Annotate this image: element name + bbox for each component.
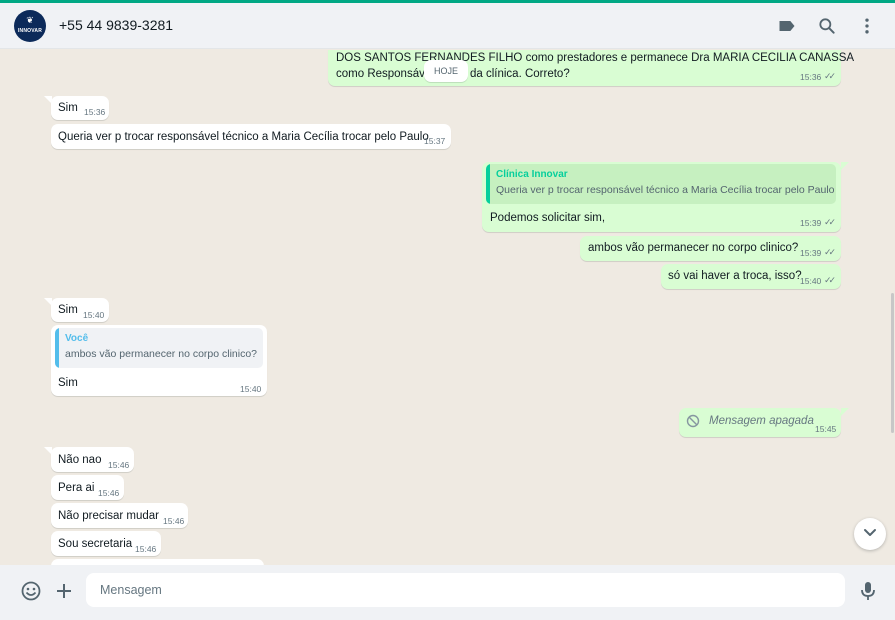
message-text: Não nao <box>58 454 102 466</box>
quote-author: Clínica Innovar <box>496 169 568 180</box>
message-text: da clínica. Correto? <box>470 68 570 80</box>
contact-avatar[interactable]: ❦ INNOVAR <box>14 10 46 42</box>
message-time: 15:40 <box>83 310 105 320</box>
message-text: Sou secretaria <box>58 538 133 550</box>
bubble-tail <box>841 162 849 170</box>
message-time: 15:37 <box>424 136 446 146</box>
message-text: Sim <box>58 304 78 316</box>
logo-tooth-icon: ❦ <box>26 15 34 25</box>
mic-icon[interactable] <box>856 579 880 603</box>
composer-bar <box>0 565 895 620</box>
quoted-message[interactable]: Você ambos vão permanecer no corpo clini… <box>55 328 263 368</box>
message-text: como Responsáve <box>336 68 432 80</box>
message-time: 15:45 <box>815 424 837 434</box>
bubble-tail <box>841 408 849 416</box>
quote-bar <box>486 164 490 204</box>
message-outgoing[interactable]: DOS SANTOS FERNANDES FILHO como prestado… <box>328 50 854 86</box>
message-time: 15:46 <box>98 488 120 498</box>
quote-text: Queria ver p trocar responsável técnico … <box>496 184 835 196</box>
chat-area[interactable]: DOS SANTOS FERNANDES FILHO como prestado… <box>0 50 895 565</box>
message-incoming[interactable]: Não nao 15:46 <box>51 447 134 472</box>
contact-number[interactable]: +55 44 9839-3281 <box>59 17 173 33</box>
chevron-down-icon <box>862 524 878 545</box>
emoji-icon[interactable] <box>19 579 43 603</box>
double-check-icon: ✓✓ <box>824 217 836 227</box>
message-text: Não precisar mudar <box>58 510 159 522</box>
message-text: Sim <box>58 102 78 114</box>
label-icon[interactable] <box>776 15 798 37</box>
quote-text: ambos vão permanecer no corpo clinico? <box>65 348 258 360</box>
message-outgoing[interactable]: só vai haver a troca, isso? 15:40 ✓✓ <box>661 264 841 289</box>
message-text: DOS SANTOS FERNANDES FILHO como prestado… <box>336 52 855 64</box>
message-incoming[interactable]: Queria ver p trocar responsável técnico … <box>51 124 451 149</box>
avatar-logo-text: INNOVAR <box>17 28 43 34</box>
message-incoming[interactable]: Sim 15:40 <box>51 298 109 322</box>
message-outgoing[interactable]: Clínica Innovar Queria ver p trocar resp… <box>482 162 841 232</box>
message-time: 15:39 <box>800 218 822 228</box>
message-time: 15:36 <box>800 72 822 82</box>
message-text: ambos vão permanecer no corpo clinico? <box>588 242 799 254</box>
message-text: só vai haver a troca, isso? <box>668 270 802 282</box>
scroll-down-button[interactable] <box>854 518 886 550</box>
double-check-icon: ✓✓ <box>824 247 836 257</box>
quote-author: Você <box>65 333 89 344</box>
message-time: 15:46 <box>163 516 185 526</box>
plus-icon[interactable] <box>52 579 76 603</box>
message-input[interactable] <box>86 573 845 607</box>
message-text: Sim <box>58 377 78 389</box>
message-time: 15:40 <box>240 384 262 394</box>
message-time: 15:39 <box>800 248 822 258</box>
message-time: 15:46 <box>108 460 130 470</box>
deleted-message-icon <box>686 414 700 428</box>
date-chip: HOJE <box>424 60 468 82</box>
message-time: 15:46 <box>135 544 157 554</box>
message-text: Mensagem apagada <box>709 415 814 427</box>
search-icon[interactable] <box>816 15 838 37</box>
message-time: 15:36 <box>84 107 106 117</box>
menu-dots-icon[interactable] <box>856 15 878 37</box>
message-incoming[interactable]: Pera ai 15:46 <box>51 475 124 500</box>
message-incoming[interactable]: Não precisar mudar 15:46 <box>51 503 188 528</box>
message-incoming[interactable]: Sim 15:36 <box>51 96 109 120</box>
message-text: Pera ai <box>58 482 95 494</box>
message-outgoing-deleted[interactable]: Mensagem apagada 15:45 <box>679 408 841 437</box>
quote-bar <box>55 328 59 368</box>
message-time: 15:40 <box>800 276 822 286</box>
chat-scrollbar[interactable] <box>891 293 894 433</box>
message-outgoing[interactable]: ambos vão permanecer no corpo clinico? 1… <box>580 236 841 261</box>
message-text: Queria ver p trocar responsável técnico … <box>58 131 429 143</box>
double-check-icon: ✓✓ <box>824 71 836 81</box>
message-incoming[interactable]: Você ambos vão permanecer no corpo clini… <box>51 325 267 396</box>
chat-header: ❦ INNOVAR +55 44 9839-3281 <box>0 3 895 49</box>
message-text: Podemos solicitar sim, <box>490 212 606 224</box>
message-incoming[interactable]: Sou secretaria 15:46 <box>51 531 161 556</box>
double-check-icon: ✓✓ <box>824 275 836 285</box>
quoted-message[interactable]: Clínica Innovar Queria ver p trocar resp… <box>486 164 836 204</box>
